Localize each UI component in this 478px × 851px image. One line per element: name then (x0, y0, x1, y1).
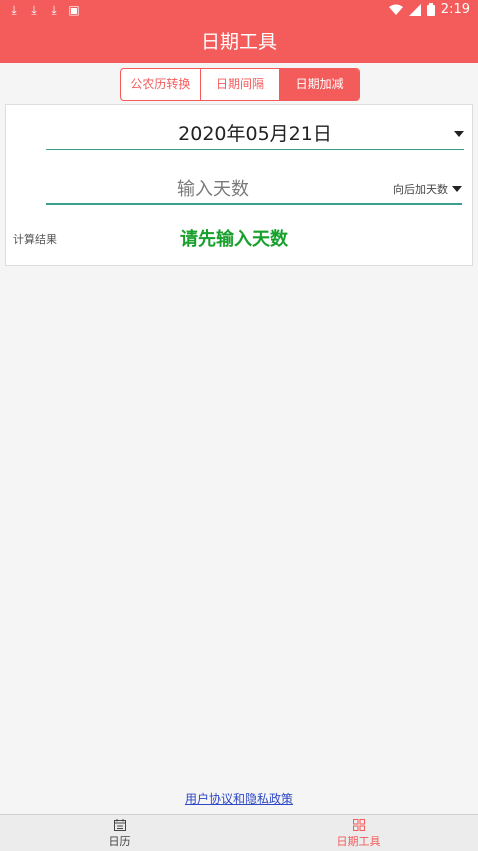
date-value: 2020年05月21日 (178, 123, 332, 145)
battery-icon (426, 3, 435, 16)
result-label: 计算结果 (13, 233, 57, 246)
days-field: 向后加天数 (46, 173, 462, 205)
status-bar: ⤓ ⤓ ⤓ ▣ 2:19 (0, 0, 478, 22)
dropdown-arrow-icon (454, 131, 464, 137)
app-title: 日期工具 (0, 22, 478, 63)
nav-item-date-tools[interactable]: 日期工具 (239, 815, 478, 851)
system-icons: 2:19 (388, 2, 470, 17)
direction-label: 向后加天数 (393, 183, 448, 196)
calendar-icon (113, 818, 126, 831)
download-icon: ⤓ (11, 3, 17, 17)
signal-icon (408, 3, 421, 16)
grid-icon (352, 818, 365, 831)
days-input[interactable] (46, 173, 380, 205)
calculator-card: 2020年05月21日 向后加天数 计算结果 请先输入天数 (5, 104, 473, 266)
direction-select[interactable]: 向后加天数 (393, 181, 462, 197)
result-value: 请先输入天数 (180, 229, 288, 250)
tab-date-interval[interactable]: 日期间隔 (201, 69, 281, 100)
status-time: 2:19 (440, 2, 470, 17)
nav-item-calendar[interactable]: 日历 (0, 815, 239, 851)
date-picker[interactable]: 2020年05月21日 (46, 119, 464, 150)
download-icon: ⤓ (31, 3, 37, 17)
download-icon: ⤓ (51, 3, 57, 17)
privacy-policy-link[interactable]: 用户协议和隐私政策 (0, 790, 478, 807)
nav-label: 日历 (108, 834, 131, 848)
tab-date-add-subtract[interactable]: 日期加减 (280, 69, 359, 100)
app-notification-icon: ▣ (68, 3, 80, 17)
mode-tabs: 公农历转换 日期间隔 日期加减 (120, 68, 360, 101)
tab-lunar-conversion[interactable]: 公农历转换 (121, 69, 201, 100)
dropdown-arrow-icon (452, 186, 462, 192)
bottom-nav: 日历 日期工具 (0, 814, 478, 851)
wifi-icon (388, 4, 403, 15)
nav-label: 日期工具 (336, 834, 381, 848)
notification-icons: ⤓ ⤓ ⤓ ▣ (8, 3, 80, 17)
